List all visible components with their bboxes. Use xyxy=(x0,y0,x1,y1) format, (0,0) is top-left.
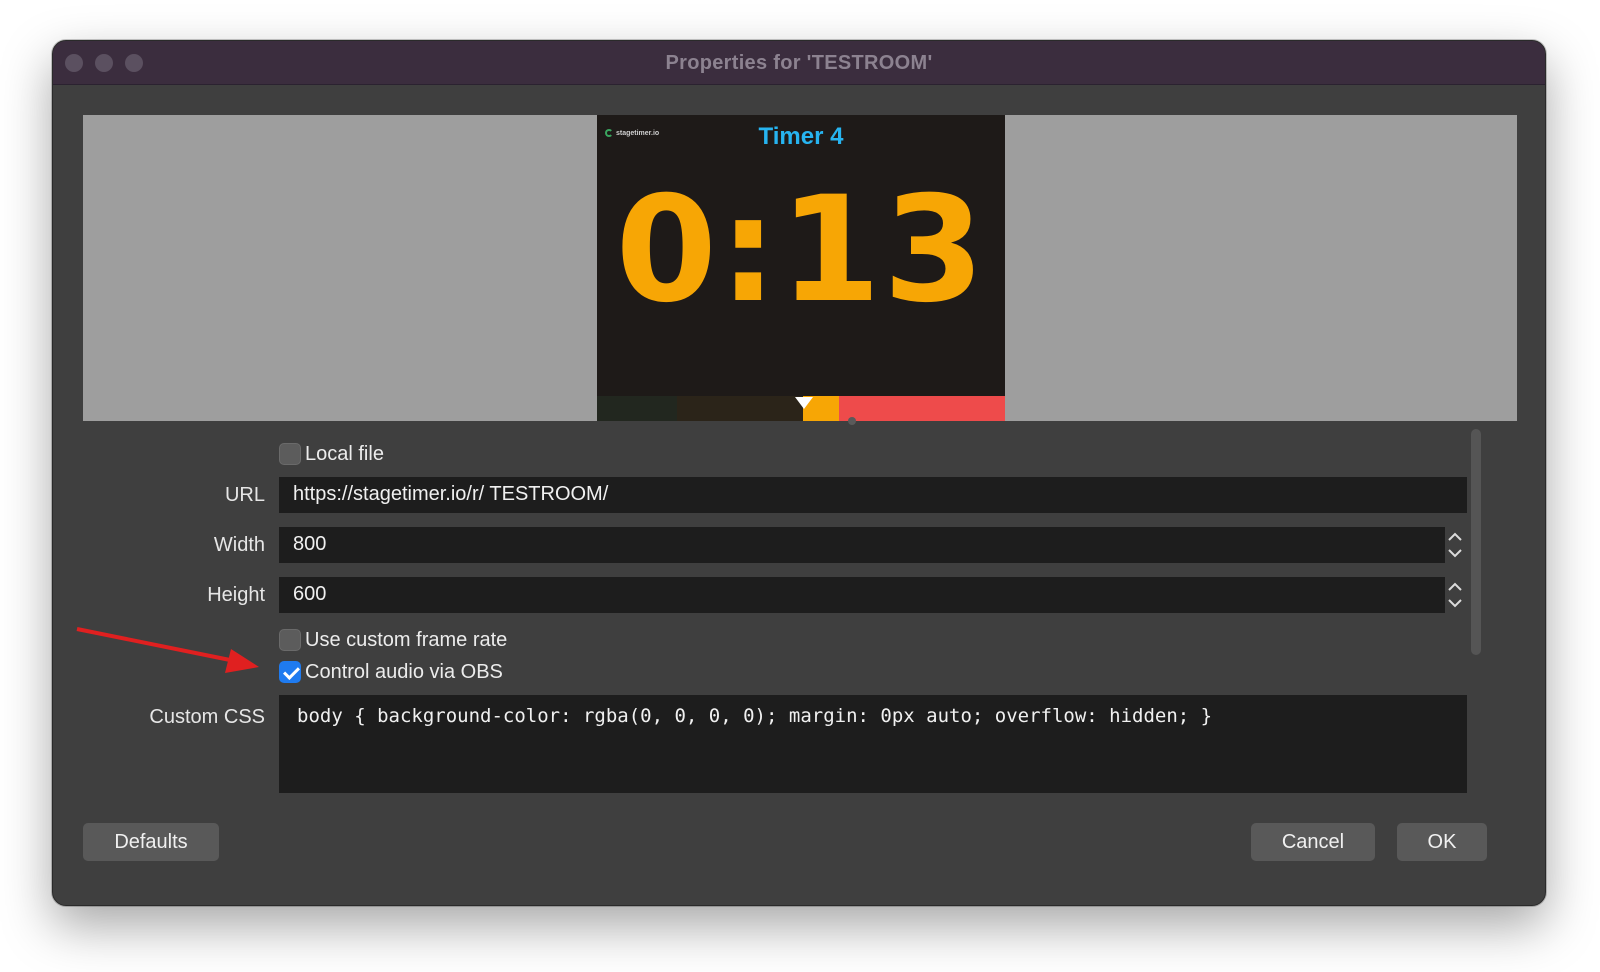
timer-countdown: 0:13 xyxy=(615,165,987,335)
local-file-label: Local file xyxy=(305,443,384,465)
custom-frame-rate-label: Use custom frame rate xyxy=(305,629,508,651)
url-input[interactable]: https://stagetimer.io/r/ TESTROOM/ xyxy=(279,477,1467,513)
width-label: Width xyxy=(213,534,265,556)
source-preview: stagetimer.io Timer 4 0:13 xyxy=(83,115,1517,421)
custom-css-textarea[interactable]: body { background-color: rgba(0, 0, 0, 0… xyxy=(279,695,1467,793)
splitter-handle[interactable] xyxy=(848,417,856,425)
control-audio-label: Control audio via OBS xyxy=(305,661,503,683)
chevron-down-icon[interactable] xyxy=(1448,596,1462,610)
height-input[interactable]: 600 xyxy=(279,577,1445,613)
cancel-button[interactable]: Cancel xyxy=(1251,823,1375,861)
chevron-down-icon[interactable] xyxy=(1448,546,1462,560)
custom-frame-rate-checkbox[interactable] xyxy=(279,629,301,651)
properties-dialog: Properties for 'TESTROOM' stagetimer.io … xyxy=(52,40,1546,906)
defaults-button[interactable]: Defaults xyxy=(83,823,219,861)
properties-scrollbar[interactable] xyxy=(1471,429,1481,655)
height-label: Height xyxy=(207,584,265,606)
progress-segment-danger xyxy=(839,396,1005,421)
annotation-arrow-icon xyxy=(76,627,259,673)
progress-marker-icon xyxy=(794,397,813,409)
control-audio-checkbox[interactable] xyxy=(279,661,301,683)
title-bar[interactable]: Properties for 'TESTROOM' xyxy=(53,41,1545,85)
url-label: URL xyxy=(224,484,265,506)
progress-segment-elapsed-yellow xyxy=(677,396,803,421)
custom-css-label: Custom CSS xyxy=(149,706,265,728)
ok-button[interactable]: OK xyxy=(1397,823,1487,861)
chevron-up-icon[interactable] xyxy=(1448,530,1462,544)
window-title: Properties for 'TESTROOM' xyxy=(665,52,933,74)
timer-name: Timer 4 xyxy=(758,123,844,150)
local-file-checkbox[interactable] xyxy=(279,443,301,465)
width-stepper[interactable] xyxy=(1445,527,1467,563)
height-stepper[interactable] xyxy=(1445,577,1467,613)
timer-preview: stagetimer.io Timer 4 0:13 xyxy=(597,115,1005,421)
progress-segment-elapsed-green xyxy=(597,396,677,421)
chevron-up-icon[interactable] xyxy=(1448,580,1462,594)
width-input[interactable]: 800 xyxy=(279,527,1445,563)
